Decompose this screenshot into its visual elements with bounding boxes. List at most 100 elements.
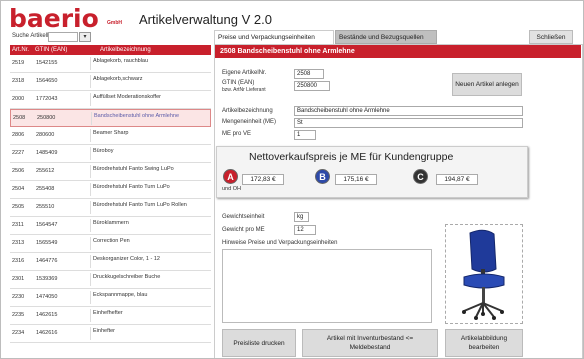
- row-artnr: 2504: [12, 186, 25, 192]
- row-gtin: 255510: [36, 204, 55, 210]
- row-artnr: 2234: [12, 330, 25, 336]
- row-name: Bürodrehstuhl Fanto Turn LuPo Rollen: [90, 201, 202, 214]
- row-gtin: 1539369: [36, 276, 58, 282]
- bezeichnung-label: Artikelbezeichnung: [222, 108, 273, 114]
- chevron-down-icon[interactable]: ▾: [79, 32, 91, 42]
- gewicht-field[interactable]: 12: [294, 225, 316, 235]
- price-title: Nettoverkaufspreis je ME für Kundengrupp…: [249, 151, 454, 163]
- row-artnr: 2506: [12, 168, 25, 174]
- row-gtin: 1564650: [36, 78, 58, 84]
- row-gtin: 1564547: [36, 222, 58, 228]
- mengeneinheit-field[interactable]: St: [294, 118, 523, 128]
- list-item[interactable]: 2311 1564547 Büroklammern: [10, 217, 211, 235]
- row-artnr: 2230: [12, 294, 25, 300]
- row-name: Deskorganizer Color, 1 - 12: [90, 255, 202, 268]
- list-item[interactable]: 2504 255408 Bürodrehstuhl Fanto Turn LuPo: [10, 181, 211, 199]
- list-item[interactable]: 2235 1462615 Einhefhefter: [10, 307, 211, 325]
- row-gtin: 1462616: [36, 330, 58, 336]
- gtin-label: GTIN (EAN): [222, 80, 255, 86]
- row-artnr: 2508: [13, 115, 26, 121]
- list-item-selected[interactable]: ▶2508250800Bandscheibenstuhl ohne Armleh…: [10, 109, 211, 127]
- new-article-button[interactable]: Neuen Artikel anlegen: [452, 73, 522, 96]
- row-artnr: 2806: [12, 132, 25, 138]
- row-name: Eckspannmappe, blau: [90, 291, 202, 304]
- row-gtin: 1542155: [36, 60, 58, 66]
- row-name: Bandscheibenstuhl ohne Armlehne: [91, 112, 203, 125]
- row-artnr: 2000: [12, 96, 25, 102]
- row-name: Beamer Sharp: [90, 129, 202, 142]
- row-name: Ablagekorb,schwarz: [90, 75, 202, 88]
- list-item[interactable]: 2227 1485409 Büroboy: [10, 145, 211, 163]
- logo-suffix: GmbH: [107, 20, 122, 26]
- edit-image-button[interactable]: Artikelabbildung bearbeiten: [445, 329, 523, 357]
- row-artnr: 2313: [12, 240, 25, 246]
- price-a-field[interactable]: 172,83 €: [242, 174, 284, 185]
- row-name: Druckkugelschreiber Buche: [90, 273, 202, 286]
- row-name: Ablagekorb, rauchblau: [90, 57, 202, 70]
- list-item[interactable]: 2316 1464776 Deskorganizer Color, 1 - 12: [10, 253, 211, 271]
- list-item[interactable]: 2313 1565549 Correction Pen: [10, 235, 211, 253]
- bezeichnung-field[interactable]: Bandscheibenstuhl ohne Armlehne: [294, 106, 523, 116]
- list-item[interactable]: 2318 1564650 Ablagekorb,schwarz: [10, 73, 211, 91]
- row-artnr: 2227: [12, 150, 25, 156]
- me-pro-ve-label: ME pro VE: [222, 131, 252, 137]
- gewichtseinheit-field[interactable]: kg: [294, 212, 309, 222]
- hinweise-textarea[interactable]: [222, 249, 432, 323]
- list-item[interactable]: 2234 1462616 Einhefter: [10, 325, 211, 343]
- row-artnr: 2316: [12, 258, 25, 264]
- print-pricelist-button[interactable]: Preisliste drucken: [222, 329, 296, 357]
- tab-bestaende[interactable]: Bestände und Bezugsquellen: [335, 30, 437, 44]
- group-a-icon: A: [223, 169, 238, 184]
- app-window: baerio GmbH Artikelverwaltung V 2.0 Such…: [0, 0, 584, 359]
- baerio-logo: baerio: [9, 4, 99, 33]
- row-gtin: 255612: [36, 168, 55, 174]
- list-item[interactable]: 2505 255510 Bürodrehstuhl Fanto Turn LuPo …: [10, 199, 211, 217]
- list-item[interactable]: 2301 1539369 Druckkugelschreiber Buche: [10, 271, 211, 289]
- column-header-gtin[interactable]: GTIN (EAN): [31, 47, 69, 53]
- row-gtin: 1772043: [36, 96, 58, 102]
- row-name: Bürodrehstuhl Fanto Turn LuPo: [90, 183, 202, 196]
- eigene-artnr-field[interactable]: 2508: [294, 69, 324, 79]
- article-image: [445, 224, 523, 324]
- row-gtin: 1462615: [36, 312, 58, 318]
- me-pro-ve-field[interactable]: 1: [294, 130, 316, 140]
- office-chair-icon: [462, 229, 505, 320]
- search-input[interactable]: [48, 32, 78, 42]
- column-header-artnr[interactable]: Art.Nr.: [10, 47, 31, 53]
- gtin-sub-label: bzw. ArtNr Lieferant: [222, 87, 266, 93]
- article-title-bar: 2508 Bandscheibenstuhl ohne Armlehne: [215, 45, 581, 58]
- row-artnr: 2235: [12, 312, 25, 318]
- eigene-artnr-label: Eigene ArtikelNr.: [222, 70, 267, 76]
- list-item[interactable]: 2506 255612 Bürodrehstuhl Fanto Swing LuPo: [10, 163, 211, 181]
- row-gtin: 255408: [36, 186, 55, 192]
- row-name: Bürodrehstuhl Fanto Swing LuPo: [90, 165, 202, 178]
- row-artnr: 2318: [12, 78, 25, 84]
- inventory-report-button[interactable]: Artikel mit Inventurbestand <= Meldebest…: [302, 329, 438, 357]
- row-gtin: 1565549: [36, 240, 58, 246]
- row-artnr: 2519: [12, 60, 25, 66]
- gewicht-label: Gewicht pro ME: [222, 227, 265, 233]
- mengeneinheit-label: Mengeneinheit (ME): [222, 119, 277, 125]
- tab-preise[interactable]: Preise und Verpackungseinheiten: [214, 30, 334, 44]
- list-item[interactable]: 2230 1474050 Eckspannmappe, blau: [10, 289, 211, 307]
- row-gtin: 280600: [36, 132, 55, 138]
- price-c-field[interactable]: 194,87 €: [436, 174, 478, 185]
- row-gtin: 1464776: [36, 258, 58, 264]
- row-artnr: 2505: [12, 204, 25, 210]
- row-artnr: 2301: [12, 276, 25, 282]
- article-list[interactable]: 2519 1542155 Ablagekorb, rauchblau 2318 156…: [10, 55, 211, 358]
- gtin-field[interactable]: 250800: [294, 81, 330, 91]
- list-item[interactable]: 2000 1772043 Auffüllset Moderationskoffer: [10, 91, 211, 109]
- gewichtseinheit-label: Gewichtseinheit: [222, 214, 265, 220]
- list-item[interactable]: 2806 280600 Beamer Sharp: [10, 127, 211, 145]
- row-gtin: 1474050: [36, 294, 58, 300]
- price-note: und OH: [222, 186, 241, 192]
- row-name: Einhefhefter: [90, 309, 202, 322]
- row-artnr: 2311: [12, 222, 24, 228]
- close-button[interactable]: Schließen: [529, 30, 573, 44]
- list-item[interactable]: 2519 1542155 Ablagekorb, rauchblau: [10, 55, 211, 73]
- column-header-name[interactable]: Artikelbezeichnung: [69, 47, 211, 53]
- price-b-field[interactable]: 175,16 €: [335, 174, 377, 185]
- hinweise-label: Hinweise Preise und Verpackungseinheiten: [222, 240, 338, 246]
- group-b-icon: B: [315, 169, 330, 184]
